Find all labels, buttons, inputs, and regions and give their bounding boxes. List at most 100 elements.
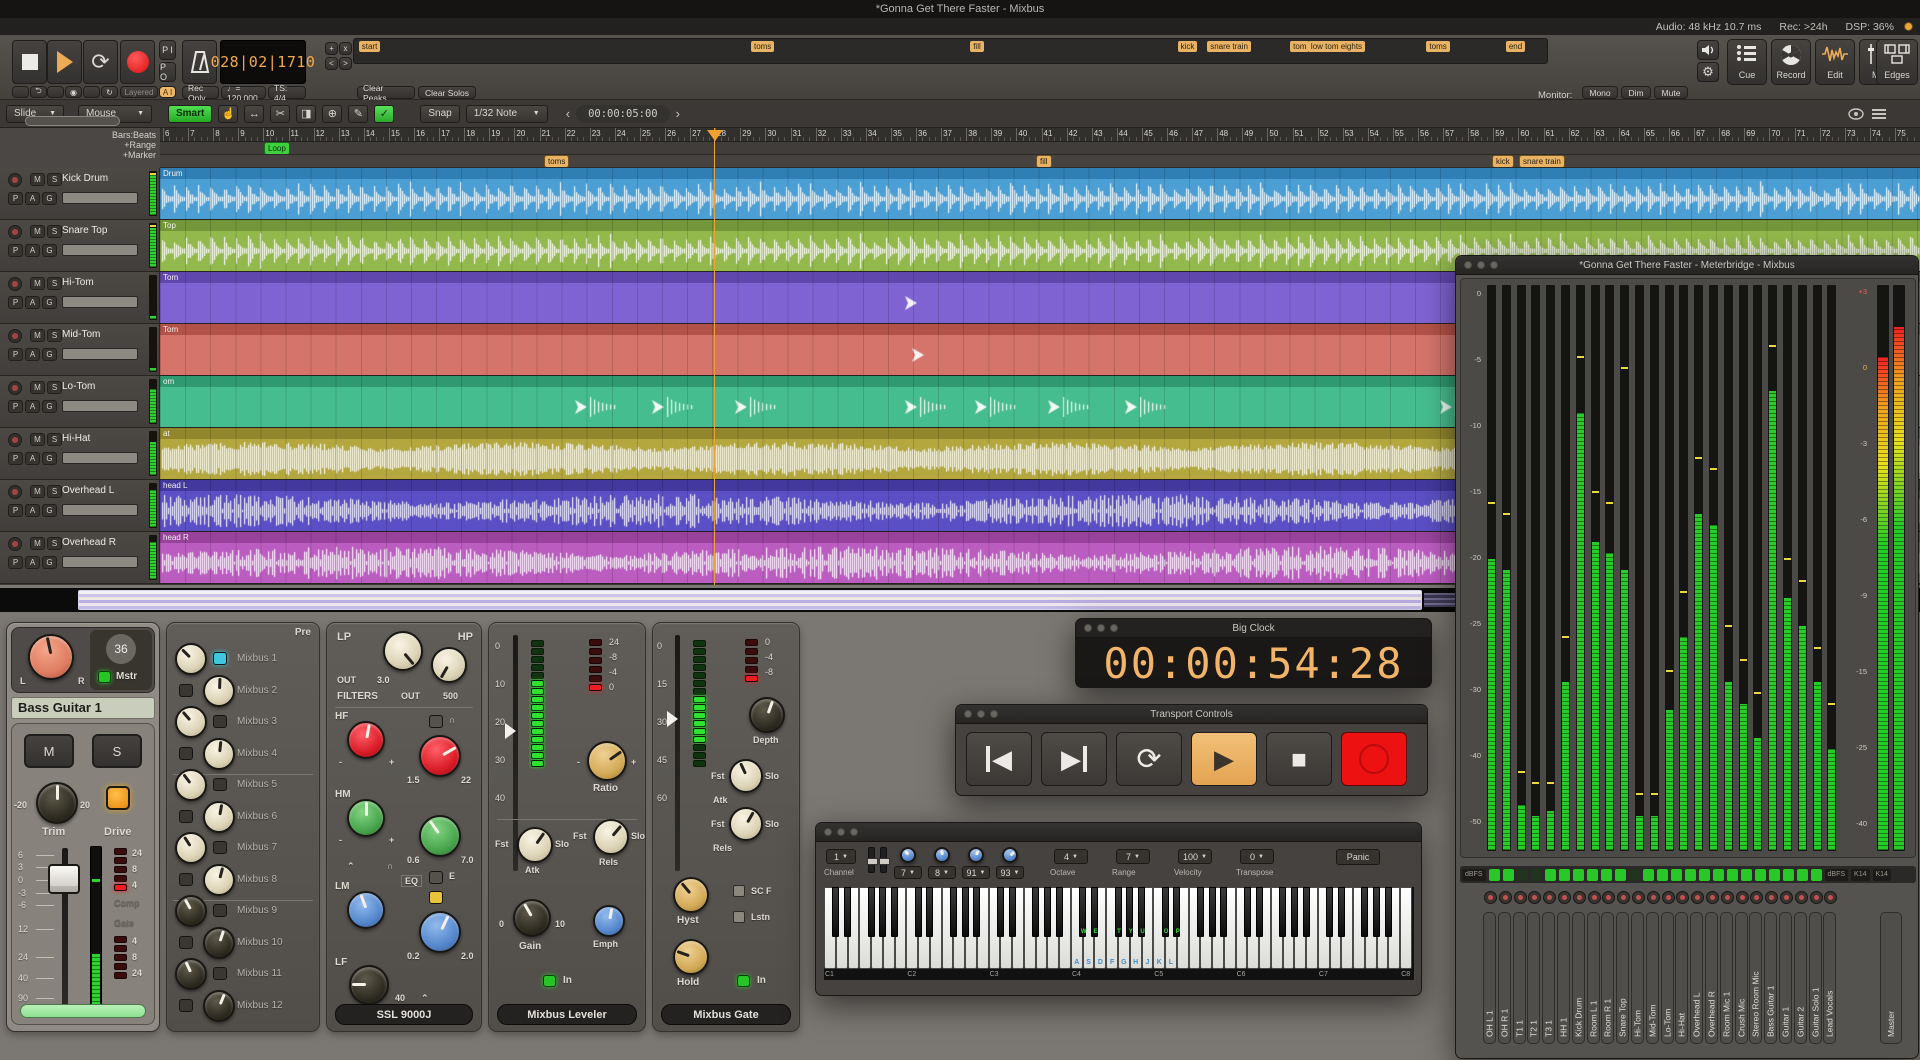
send-knob-1[interactable] bbox=[175, 643, 207, 675]
black-key[interactable] bbox=[1373, 887, 1380, 937]
gate-release-knob[interactable] bbox=[729, 807, 763, 841]
channel-record-arm[interactable] bbox=[1706, 891, 1719, 904]
snap-button[interactable]: Snap bbox=[420, 105, 459, 123]
channel-record-arm[interactable] bbox=[1543, 891, 1556, 904]
window-buttons[interactable] bbox=[824, 828, 858, 836]
channel-record-arm[interactable] bbox=[1765, 891, 1778, 904]
channel-name-22[interactable]: Guitar 2 bbox=[1794, 912, 1807, 1044]
track-header-kick-drum[interactable]: MSPAGKick Drum bbox=[0, 168, 160, 219]
cc-value-select-1[interactable]: 7▼ bbox=[894, 866, 922, 879]
strip-solo-button[interactable]: S bbox=[92, 734, 142, 768]
punch-out-button[interactable]: P O bbox=[159, 62, 176, 82]
leveler-attack-knob[interactable] bbox=[517, 827, 553, 863]
record-arm-button[interactable] bbox=[8, 433, 22, 447]
trim-knob[interactable] bbox=[36, 782, 78, 824]
track-p-button[interactable]: P bbox=[8, 400, 23, 413]
black-key[interactable] bbox=[1009, 887, 1016, 937]
track-a-button[interactable]: A bbox=[25, 452, 40, 465]
lm-gain-knob[interactable] bbox=[347, 891, 385, 929]
track-name[interactable]: Hi-Tom bbox=[62, 277, 94, 288]
black-key[interactable]: O bbox=[1162, 887, 1169, 937]
track-header-lo-tom[interactable]: MSPAGLo-Tom bbox=[0, 376, 160, 427]
record-arm-button[interactable] bbox=[8, 225, 22, 239]
marker-ruler[interactable]: tomsfillkicksnare train bbox=[160, 155, 1920, 168]
record-enable-button[interactable] bbox=[120, 40, 155, 84]
track-name[interactable]: Mid-Tom bbox=[62, 329, 100, 340]
send-knob-8[interactable] bbox=[203, 864, 235, 896]
window-buttons[interactable] bbox=[964, 710, 998, 718]
track-name[interactable]: Lo-Tom bbox=[62, 381, 95, 392]
track-name[interactable]: Kick Drum bbox=[62, 173, 108, 184]
send-toggle-11[interactable] bbox=[213, 967, 227, 980]
big-clock-titlebar[interactable]: Big Clock bbox=[1076, 619, 1431, 638]
black-key[interactable] bbox=[1044, 887, 1051, 937]
send-knob-9[interactable] bbox=[175, 895, 207, 927]
white-key[interactable] bbox=[1400, 887, 1412, 969]
edit-point-tool-icon[interactable]: ✓ bbox=[374, 105, 394, 123]
emph-knob[interactable] bbox=[593, 905, 625, 937]
record-transport-button[interactable] bbox=[1341, 732, 1407, 786]
channel-record-arm[interactable] bbox=[1810, 891, 1823, 904]
nudge-back-button[interactable]: < bbox=[325, 57, 338, 70]
channel-record-arm[interactable] bbox=[1602, 891, 1615, 904]
channel-record-arm[interactable] bbox=[1824, 891, 1837, 904]
window-buttons[interactable] bbox=[1464, 261, 1498, 269]
black-key[interactable] bbox=[997, 887, 1004, 937]
track-header-hi-hat[interactable]: MSPAGHi-Hat bbox=[0, 428, 160, 479]
playhead-marker[interactable] bbox=[707, 130, 723, 141]
track-m-button[interactable]: M bbox=[30, 537, 45, 550]
range-tool-icon[interactable]: ↔ bbox=[244, 105, 264, 123]
nav-cue-button[interactable]: Cue bbox=[1727, 39, 1767, 85]
black-key[interactable] bbox=[1032, 887, 1039, 937]
track-a-button[interactable]: A bbox=[25, 504, 40, 517]
transport-window[interactable]: Transport Controls ◀ ▶ ⟳ ▶ ■ bbox=[955, 704, 1428, 796]
cc-value-select-3[interactable]: 91▼ bbox=[962, 866, 990, 879]
track-g-button[interactable]: G bbox=[42, 504, 57, 517]
hold-knob[interactable] bbox=[673, 939, 709, 975]
black-key[interactable]: E bbox=[1091, 887, 1098, 937]
eq-in-button[interactable] bbox=[429, 871, 443, 884]
lp-filter-knob[interactable] bbox=[383, 631, 423, 671]
leveler-plate[interactable]: Mixbus Leveler bbox=[497, 1004, 637, 1025]
track-header-mid-tom[interactable]: MSPAGMid-Tom bbox=[0, 324, 160, 375]
mini-marker-fill[interactable]: fill bbox=[970, 41, 984, 52]
header-width-slider[interactable] bbox=[25, 116, 120, 126]
track-p-button[interactable]: P bbox=[8, 504, 23, 517]
meterbridge-titlebar[interactable]: *Gonna Get There Faster - Meterbridge - … bbox=[1456, 256, 1918, 275]
pitch-bend-slider[interactable] bbox=[868, 847, 875, 873]
track-a-button[interactable]: A bbox=[25, 400, 40, 413]
record-arm-button[interactable] bbox=[8, 329, 22, 343]
goto-start-button[interactable]: ◀ bbox=[966, 732, 1032, 786]
track-p-button[interactable]: P bbox=[8, 296, 23, 309]
hyst-knob[interactable] bbox=[673, 877, 709, 913]
mini-marker-toms[interactable]: toms bbox=[1426, 41, 1449, 52]
visibility-icon[interactable] bbox=[1848, 108, 1864, 120]
add-marker-label[interactable]: +Marker bbox=[0, 150, 160, 160]
black-key[interactable] bbox=[926, 887, 933, 937]
nav-edges-button[interactable]: Edges bbox=[1876, 39, 1918, 85]
channel-record-arm[interactable] bbox=[1676, 891, 1689, 904]
nudge-forward-button[interactable]: > bbox=[339, 57, 352, 70]
track-a-button[interactable]: A bbox=[25, 556, 40, 569]
mini-marker-start[interactable]: start bbox=[359, 41, 381, 52]
channel-name-13[interactable]: Lo-Tom bbox=[1661, 912, 1674, 1044]
track-g-button[interactable]: G bbox=[42, 452, 57, 465]
black-key[interactable] bbox=[1209, 887, 1216, 937]
gate-attack-knob[interactable] bbox=[729, 759, 763, 793]
send-toggle-3[interactable] bbox=[213, 715, 227, 728]
monitor-section-button[interactable] bbox=[1697, 40, 1719, 60]
record-arm-button[interactable] bbox=[8, 277, 22, 291]
sidechain-filter-checkbox[interactable] bbox=[733, 885, 745, 897]
channel-name-10[interactable]: Snare Top bbox=[1616, 912, 1629, 1044]
window-buttons[interactable] bbox=[1084, 624, 1118, 632]
hf-freq-knob[interactable] bbox=[419, 735, 461, 777]
black-key[interactable] bbox=[1385, 887, 1392, 937]
hf-bell-button[interactable] bbox=[429, 715, 443, 728]
loop-sub-button[interactable] bbox=[83, 86, 100, 98]
black-key[interactable]: Y bbox=[1126, 887, 1133, 937]
marker-chip-toms[interactable]: toms bbox=[545, 156, 568, 167]
send-toggle-9[interactable] bbox=[213, 904, 227, 917]
layered-mode-button[interactable]: Layered bbox=[120, 86, 158, 98]
send-knob-5[interactable] bbox=[175, 769, 207, 801]
channel-record-arm[interactable] bbox=[1647, 891, 1660, 904]
